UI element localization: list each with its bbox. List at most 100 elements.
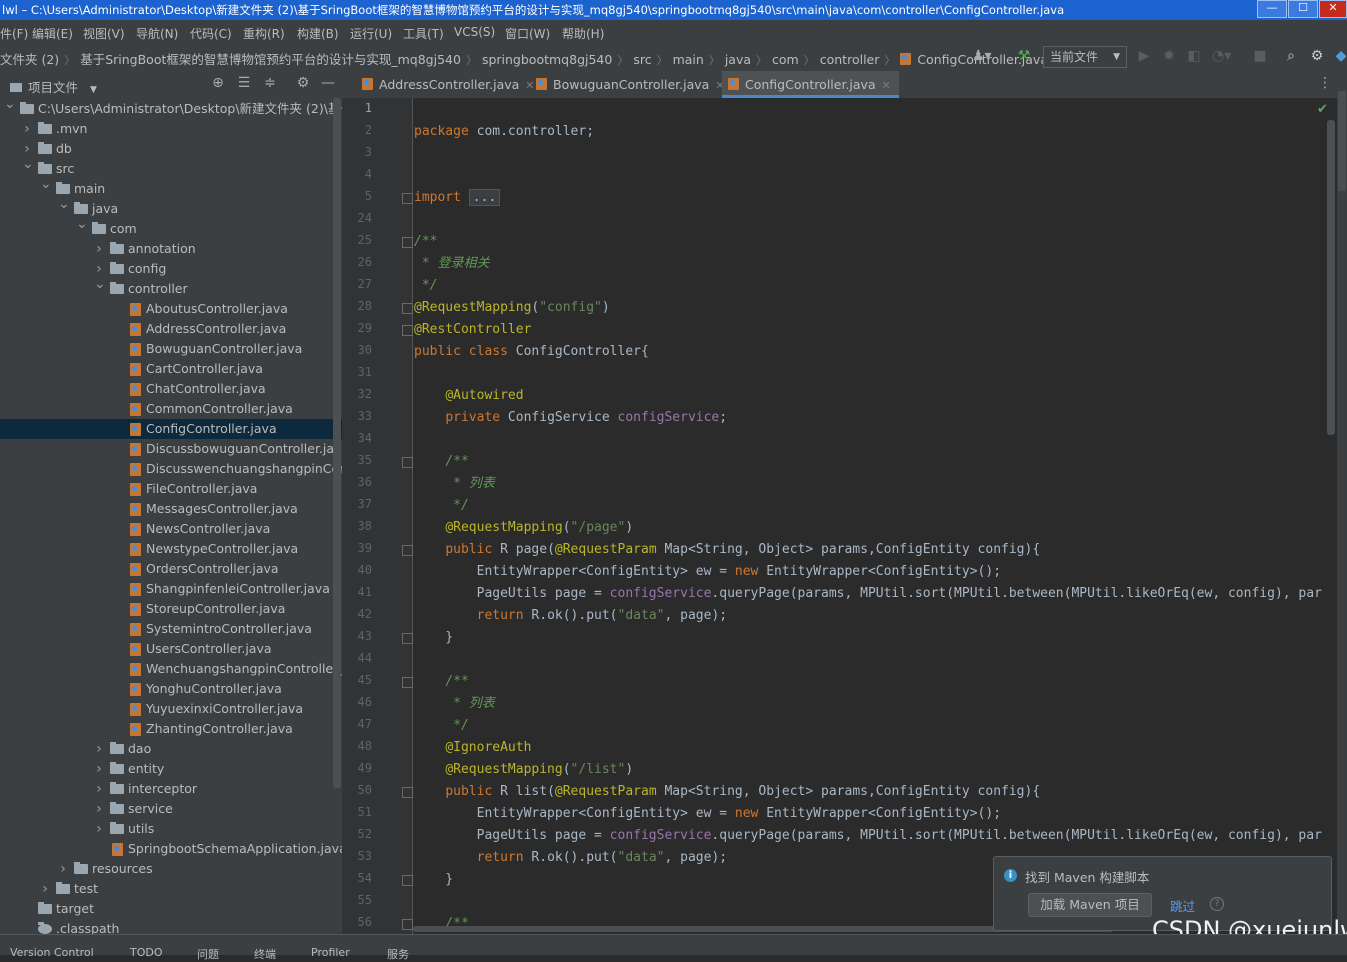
tree-file[interactable]: BowuguanController.java [0, 339, 342, 359]
tree-file[interactable]: FileController.java [0, 479, 342, 499]
tree-folder[interactable]: › resources [0, 859, 342, 879]
settings-gear-icon[interactable]: ⚙ [295, 75, 311, 91]
fold-toggle-icon[interactable] [402, 457, 413, 468]
editor-vertical-scrollbar[interactable] [1327, 120, 1335, 435]
code-line[interactable]: /** [414, 451, 468, 473]
expand-all-icon[interactable]: ☰ [236, 75, 252, 91]
no-problems-check-icon[interactable]: ✔ [1317, 102, 1328, 117]
tool-terminal[interactable]: 终端 [254, 946, 276, 962]
plugin-icon[interactable]: ◆ [1333, 48, 1347, 64]
code-line[interactable]: PageUtils page = configService.queryPage… [414, 583, 1322, 605]
tree-folder[interactable]: › dao [0, 739, 342, 759]
code-line[interactable]: @RequestMapping("/list") [414, 759, 633, 781]
chevron-down-icon[interactable]: ⌄ [58, 194, 70, 214]
tree-folder[interactable]: ⌄ C:\Users\Administrator\Desktop\新建文件夹 (2… [0, 98, 342, 119]
tree-file[interactable]: DiscussbowuguanController.java [0, 439, 342, 459]
code-line[interactable]: */ [414, 275, 438, 297]
code-line[interactable]: @IgnoreAuth [414, 737, 531, 759]
tree-file[interactable]: StoreupController.java [0, 599, 342, 619]
collapse-all-icon[interactable]: ≑ [262, 75, 278, 91]
fold-toggle-icon[interactable] [402, 237, 413, 248]
chevron-right-icon[interactable]: › [22, 119, 32, 139]
tree-file[interactable]: AddressController.java [0, 319, 342, 339]
code-line[interactable]: return R.ok().put("data", page); [414, 605, 727, 627]
menu-refactor[interactable]: 重构(R) [243, 25, 285, 42]
chevron-down-icon[interactable]: ⌄ [76, 214, 88, 234]
code-line[interactable]: @RequestMapping("config") [414, 297, 610, 319]
minimize-button[interactable]: — [1257, 0, 1287, 18]
code-line[interactable]: * 列表 [414, 473, 495, 495]
chevron-right-icon[interactable]: › [94, 779, 104, 799]
tool-services[interactable]: 服务 [387, 946, 409, 962]
chevron-right-icon[interactable]: › [58, 859, 68, 879]
more-tabs-icon[interactable]: ⋮ [1317, 75, 1333, 91]
fold-toggle-icon[interactable] [402, 303, 413, 314]
code-editor[interactable]: package com.controller; import ... /** * 登… [413, 98, 1327, 934]
tree-file[interactable]: ShangpinfenleiController.java [0, 579, 342, 599]
breadcrumb-item[interactable]: controller [820, 52, 880, 67]
menu-edit[interactable]: 编辑(E) [32, 25, 73, 42]
tree-folder[interactable]: target [0, 899, 342, 919]
code-line[interactable]: public class ConfigController{ [414, 341, 649, 363]
tree-folder[interactable]: ⌄ controller [0, 276, 342, 299]
tool-problems[interactable]: 问题 [197, 946, 219, 962]
code-line[interactable]: @RestController [414, 319, 531, 341]
hide-panel-icon[interactable]: — [320, 75, 336, 91]
code-line[interactable]: */ [414, 495, 469, 517]
code-line[interactable]: } [414, 869, 453, 891]
build-hammer-icon[interactable]: ⚒ [1016, 48, 1032, 64]
debug-icon[interactable]: ✹ [1161, 48, 1177, 64]
chevron-right-icon[interactable]: › [94, 799, 104, 819]
tree-folder[interactable]: › config [0, 259, 342, 279]
menu-tools[interactable]: 工具(T) [403, 25, 444, 42]
code-line[interactable]: EntityWrapper<ConfigEntity> ew = new Ent… [414, 561, 1001, 583]
run-config-dropdown[interactable]: 当前文件 ▼ [1043, 46, 1127, 68]
chevron-down-icon[interactable]: ⌄ [94, 274, 106, 294]
fold-toggle-icon[interactable] [402, 633, 413, 644]
tree-file[interactable]: SystemintroController.java [0, 619, 342, 639]
breadcrumb-item[interactable]: springbootmq8gj540 [482, 52, 612, 67]
fold-toggle-icon[interactable] [402, 875, 413, 886]
tree-file[interactable]: .classpath [0, 919, 342, 934]
code-line[interactable]: * 列表 [414, 693, 495, 715]
tree-folder[interactable]: › service [0, 799, 342, 819]
close-tab-icon[interactable]: ✕ [882, 79, 891, 92]
chevron-right-icon[interactable]: › [94, 759, 104, 779]
code-line[interactable]: public R page(@RequestParam Map<String, … [414, 539, 1040, 561]
project-panel-title[interactable]: 项目文件 ▼ [10, 77, 97, 96]
tree-folder[interactable]: › entity [0, 759, 342, 779]
code-line[interactable]: private ConfigService configService; [414, 407, 727, 429]
menu-build[interactable]: 构建(B) [297, 25, 339, 42]
breadcrumb-item[interactable]: 基于SringBoot框架的智慧博物馆预约平台的设计与实现_mq8gj540 [80, 52, 461, 67]
menu-run[interactable]: 运行(U) [350, 25, 392, 42]
tree-folder[interactable]: › db [0, 139, 342, 159]
chevron-right-icon[interactable]: › [94, 239, 104, 259]
tree-file[interactable]: OrdersController.java [0, 559, 342, 579]
settings-gear-icon[interactable]: ⚙ [1309, 48, 1325, 64]
tree-file[interactable]: ZhantingController.java [0, 719, 342, 739]
search-icon[interactable]: ⌕ [1283, 48, 1299, 64]
tree-file[interactable]: UsersController.java [0, 639, 342, 659]
tree-file[interactable]: AboutusController.java [0, 299, 342, 319]
tree-folder[interactable]: ⌄ main [0, 176, 342, 199]
tree-folder[interactable]: ⌄ java [0, 196, 342, 219]
tree-folder[interactable]: › test [0, 879, 342, 899]
menu-navigate[interactable]: 导航(N) [136, 25, 178, 42]
breadcrumb-item[interactable]: main [673, 52, 704, 67]
chevron-right-icon[interactable]: › [94, 819, 104, 839]
tree-file[interactable]: YuyuexinxiController.java [0, 699, 342, 719]
code-line[interactable]: /** [414, 671, 468, 693]
fold-toggle-icon[interactable] [402, 677, 413, 688]
chevron-right-icon[interactable]: › [40, 879, 50, 899]
tab-config-controller[interactable]: ConfigController.java ✕ [722, 71, 899, 98]
run-icon[interactable]: ▶ [1136, 48, 1152, 64]
maximize-button[interactable]: ☐ [1288, 0, 1318, 18]
tool-profiler[interactable]: Profiler [311, 946, 350, 959]
fold-toggle-icon[interactable] [402, 325, 413, 336]
tree-folder[interactable]: › .mvn [0, 119, 342, 139]
skip-link[interactable]: 跳过 [1170, 896, 1195, 915]
code-line[interactable]: PageUtils page = configService.queryPage… [414, 825, 1322, 847]
breadcrumb-item[interactable]: com [772, 52, 799, 67]
coverage-icon[interactable]: ◧ [1186, 48, 1202, 64]
tree-file[interactable]: ChatController.java [0, 379, 342, 399]
